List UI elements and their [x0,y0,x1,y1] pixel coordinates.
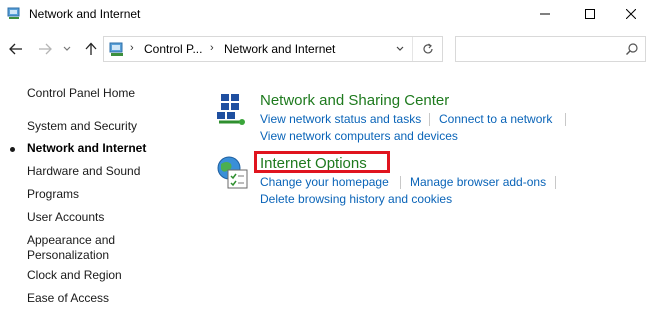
sidebar-item-ease-of-access[interactable]: Ease of Access [27,291,109,306]
search-box[interactable] [455,36,646,62]
active-bullet-icon [10,147,15,152]
internet-options-icon[interactable] [215,155,251,191]
link-manage-add-ons[interactable]: Manage browser add-ons [410,175,546,189]
link-divider [565,113,566,126]
breadcrumb-control-panel[interactable]: Control P... [144,42,202,56]
breadcrumb-network-internet[interactable]: Network and Internet [224,42,335,56]
search-icon[interactable] [625,42,639,56]
refresh-icon [422,43,433,54]
sidebar-item-user-accounts[interactable]: User Accounts [27,210,104,225]
address-bar[interactable]: › Control P... › Network and Internet [103,36,443,62]
sidebar: Control Panel Home System and Security N… [0,70,200,326]
minimize-icon [540,13,550,15]
sidebar-item-appearance[interactable]: Appearance and [27,233,115,248]
link-divider [400,176,401,189]
chevron-down-icon [63,46,71,51]
sidebar-item-programs[interactable]: Programs [27,187,79,202]
sidebar-item-personalization[interactable]: Personalization [27,248,109,263]
window-title: Network and Internet [29,7,141,21]
breadcrumb-separator-icon[interactable]: › [130,42,134,54]
network-internet-icon [7,7,20,19]
address-dropdown-button[interactable] [390,37,410,61]
control-panel-icon [109,42,123,56]
navigation-bar: › Control P... › Network and Internet [0,28,653,70]
title-bar: Network and Internet [0,0,653,28]
breadcrumb-separator-icon[interactable]: › [210,42,214,54]
close-button[interactable] [608,0,653,28]
maximize-button[interactable] [567,0,613,28]
refresh-button[interactable] [412,37,442,61]
link-divider [429,113,430,126]
close-icon [626,9,636,19]
sidebar-item-control-panel-home[interactable]: Control Panel Home [27,86,135,101]
recent-locations-button[interactable] [60,39,74,59]
sidebar-item-clock-region[interactable]: Clock and Region [27,268,122,283]
forward-button[interactable] [35,39,55,59]
back-button[interactable] [6,39,26,59]
sidebar-item-system-security[interactable]: System and Security [27,119,137,134]
chevron-down-icon [396,46,404,51]
sidebar-item-network-internet[interactable]: Network and Internet [27,141,146,156]
maximize-icon [585,9,595,19]
arrow-up-icon [85,42,97,55]
link-delete-browsing-history[interactable]: Delete browsing history and cookies [260,192,452,206]
link-divider [555,176,556,189]
link-view-network-computers[interactable]: View network computers and devices [260,129,458,143]
arrow-right-icon [39,43,52,55]
sidebar-item-hardware-sound[interactable]: Hardware and Sound [27,164,140,179]
link-change-homepage[interactable]: Change your homepage [260,175,389,189]
link-view-network-status[interactable]: View network status and tasks [260,112,421,126]
arrow-left-icon [9,43,22,55]
highlight-box [254,151,390,173]
category-title-network-sharing[interactable]: Network and Sharing Center [260,92,449,109]
link-connect-to-network[interactable]: Connect to a network [439,112,552,126]
minimize-button[interactable] [522,0,568,28]
up-button[interactable] [81,39,101,59]
search-input[interactable] [460,40,620,58]
network-sharing-icon[interactable] [215,92,251,128]
